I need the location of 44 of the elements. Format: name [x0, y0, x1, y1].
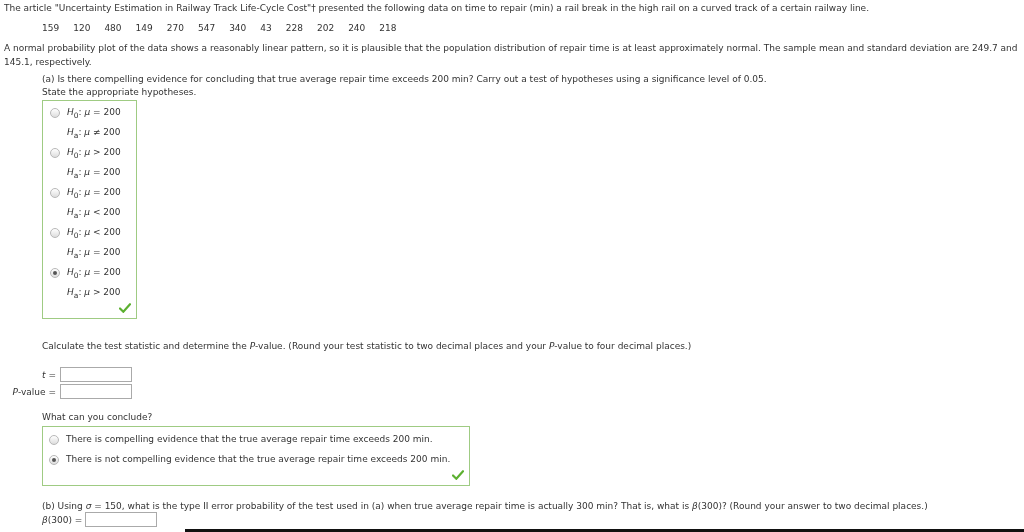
- data-value: 202: [316, 22, 335, 34]
- input-field[interactable]: [60, 367, 132, 382]
- radio-button[interactable]: [50, 268, 60, 278]
- data-value: 547: [197, 22, 216, 34]
- question-text: What can you conclude?: [42, 411, 154, 424]
- data-value: 480: [104, 22, 122, 34]
- data-value: 149: [135, 22, 153, 34]
- option-text: There is compelling evidence that the true average repair time exceeds 200 min.: [66, 433, 433, 445]
- question-text: (b) Using σ = 150, what is the type II error probability of the test used in (a) when true average repair time is actually 300 min? That is, what is β(300)? (Round your answer to two decimal places.): [42, 500, 929, 513]
- radio-button[interactable]: [50, 148, 60, 158]
- intro-text: The article "Uncertainty Estimation in Railway Track Life-Cycle Cost"† presented the following data on time to repair (min) a rail break in the high rail on a curved track of a certain railway line.: [4, 2, 870, 14]
- data-value: 120: [73, 22, 91, 34]
- hypothesis-text: H$_{a}$: μ = 200: [67, 245, 121, 262]
- instruction-text: Calculate the test statistic and determine the P-value. (Round your test statistic to two decimal places and your P-value to four decimal places.): [42, 340, 693, 353]
- data-value: 270: [166, 22, 184, 34]
- field-label: β(300) =: [42, 513, 83, 526]
- hypothesis-text: H$_{0}$: μ = 200: [67, 106, 121, 122]
- data-value: 228: [285, 22, 303, 34]
- input-field[interactable]: [85, 512, 158, 527]
- radio-button[interactable]: [49, 435, 59, 445]
- data-value: 340: [229, 22, 247, 34]
- field-label: t =: [41, 368, 56, 382]
- hypothesis-text: H$_{0}$: μ < 200: [67, 226, 121, 242]
- data-value: 218: [379, 22, 397, 34]
- option-text: There is not compelling evidence that the true average repair time exceeds 200 min.: [66, 453, 451, 465]
- hypothesis-text: H$_{a}$: μ < 200: [67, 205, 121, 222]
- radio-button[interactable]: [50, 228, 60, 238]
- hypothesis-text: H$_{0}$: μ > 200: [67, 146, 121, 162]
- hypothesis-text: H$_{a}$: μ = 200: [67, 165, 121, 182]
- radio-button[interactable]: [50, 108, 60, 118]
- hypothesis-text: H$_{a}$: μ > 200: [67, 285, 121, 302]
- question-text: (a) Is there compelling evidence for concluding that true average repair time exceeds 200 min? Carry out a test of hypotheses using a significance level of 0.05.: [42, 73, 768, 86]
- data-value: 240: [348, 22, 366, 34]
- description-text: A normal probability plot of the data shows a reasonably linear pattern, so it is plausible that the population distribution of repair time is at least approximately normal. The sample mean and standard deviation are 249.7 and 145.1, respectively.: [4, 42, 1019, 69]
- hypothesis-text: H$_{0}$: μ = 200: [67, 186, 121, 202]
- radio-button[interactable]: [49, 455, 59, 465]
- input-field[interactable]: [60, 384, 132, 399]
- data-value: 159: [42, 22, 60, 34]
- prompt-text: State the appropriate hypotheses.: [42, 86, 198, 99]
- radio-button[interactable]: [50, 188, 60, 198]
- data-value: 43: [260, 22, 272, 34]
- hypothesis-text: H$_{0}$: μ = 200: [67, 266, 121, 282]
- hypothesis-text: H$_{a}$: μ ≠ 200: [67, 125, 121, 142]
- field-label: P-value =: [11, 385, 56, 399]
